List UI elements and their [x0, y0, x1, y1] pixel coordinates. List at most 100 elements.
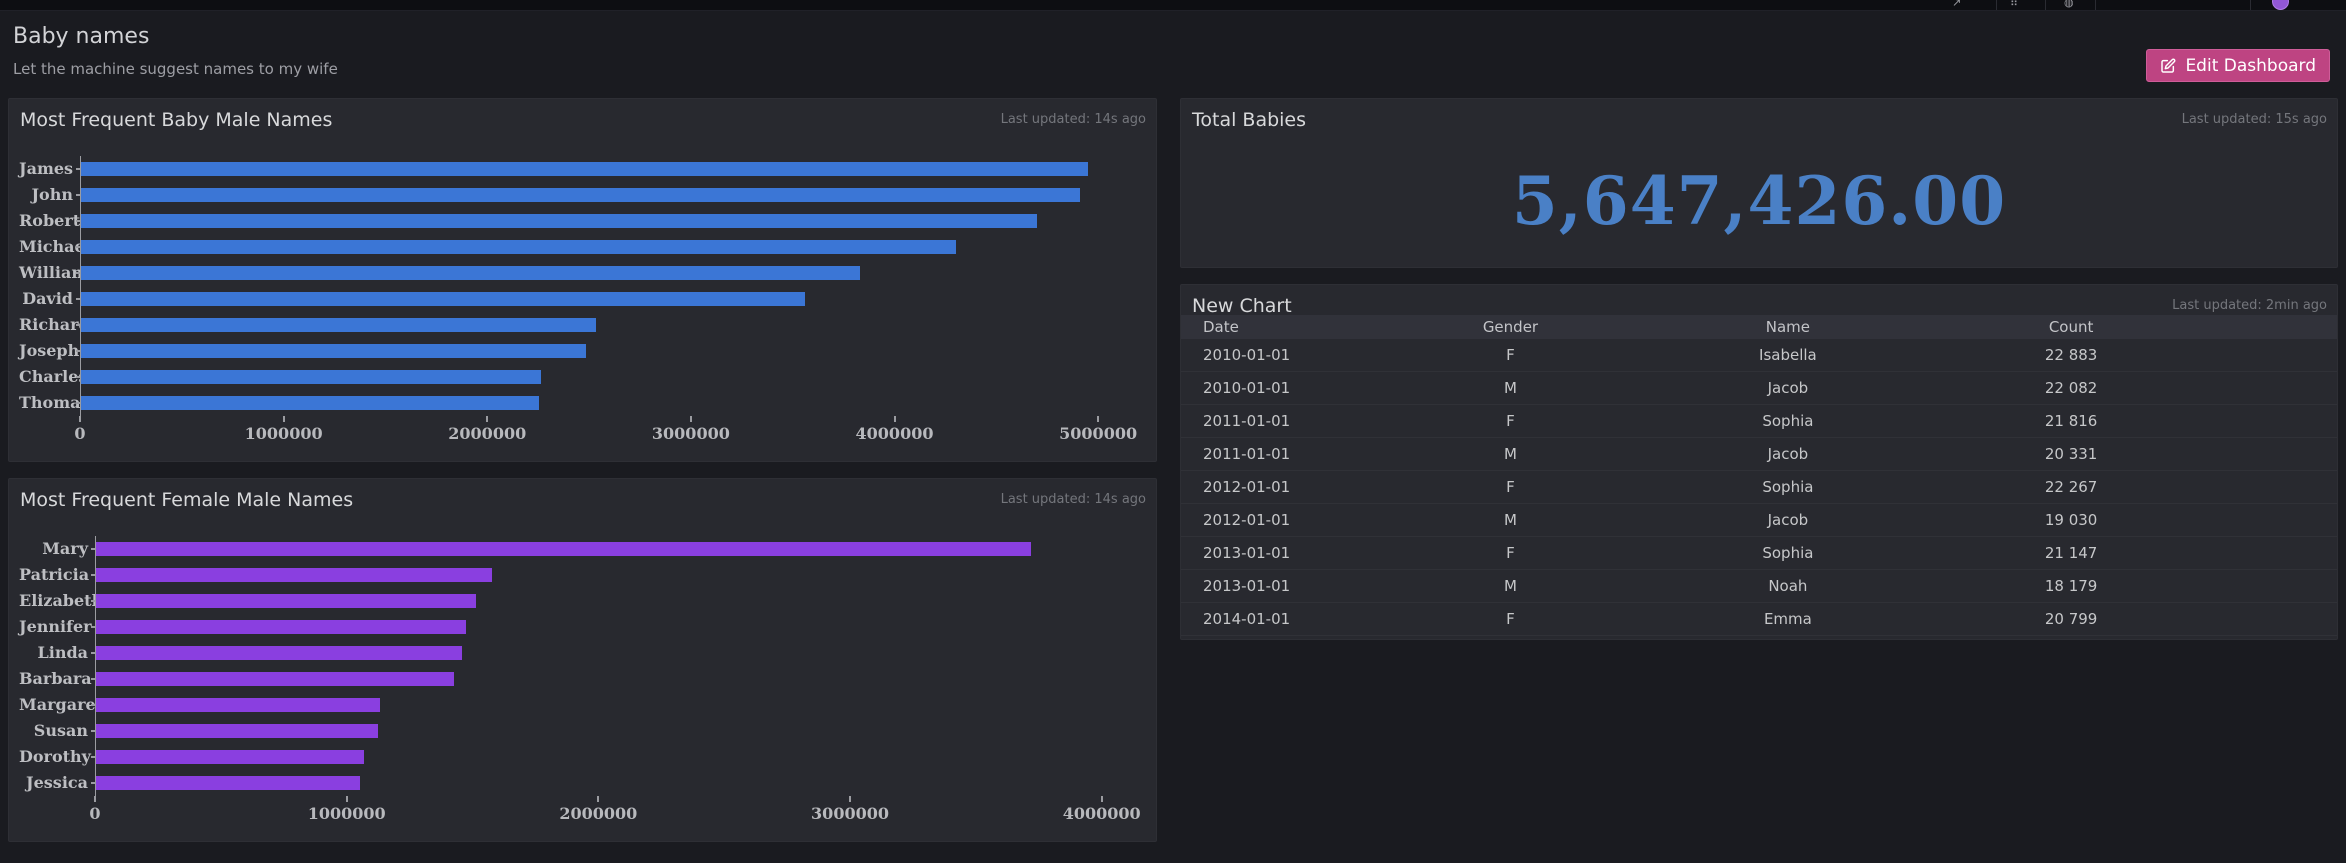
toolbar-divider	[2045, 0, 2046, 10]
apps-icon[interactable]: ⠿	[2010, 0, 2018, 8]
table-cell: 2012-01-01	[1181, 478, 1378, 496]
table-cell: 22 267	[1932, 478, 2209, 496]
bar-track	[95, 692, 1147, 718]
table-cell: 2013-01-01	[1181, 577, 1378, 595]
bar-row: Dorothy	[19, 744, 1147, 770]
last-updated-label: Last updated: 14s ago	[1001, 492, 1146, 507]
bar[interactable]	[96, 724, 378, 738]
bar[interactable]	[96, 646, 462, 660]
bar[interactable]	[96, 620, 466, 634]
bar-row: Margaret	[19, 692, 1147, 718]
table-cell: 18 179	[1932, 577, 2209, 595]
bar[interactable]	[81, 214, 1037, 228]
bar[interactable]	[96, 542, 1031, 556]
bar[interactable]	[96, 750, 364, 764]
y-axis-category-label: Barbara	[19, 666, 88, 692]
table-row: 2012-01-01MJacob19 030	[1181, 504, 2337, 537]
table-cell: 22 883	[1932, 346, 2209, 364]
y-axis-category-label: Dorothy	[19, 744, 88, 770]
y-axis-category-label: Richard	[19, 312, 73, 338]
bar-track	[80, 260, 1147, 286]
bar-row: William	[19, 260, 1147, 286]
bar-track	[95, 614, 1147, 640]
table-cell: Sophia	[1643, 544, 1932, 562]
user-avatar[interactable]	[2272, 0, 2289, 10]
bar[interactable]	[81, 240, 956, 254]
x-axis-tick	[1101, 796, 1103, 802]
bar[interactable]	[81, 370, 541, 384]
panel-title[interactable]: Most Frequent Female Male Names	[20, 489, 353, 511]
y-axis-category-label: Elizabeth	[19, 588, 88, 614]
table-cell: 2010-01-01	[1181, 379, 1378, 397]
bar[interactable]	[81, 188, 1080, 202]
bar[interactable]	[96, 672, 454, 686]
table-cell: Noah	[1643, 577, 1932, 595]
y-axis-category-label: James	[19, 156, 73, 182]
bar-row: David	[19, 286, 1147, 312]
table-cell: M	[1378, 445, 1644, 463]
female-names-bar-chart: MaryPatriciaElizabethJenniferLindaBarbar…	[19, 536, 1147, 832]
table-cell: 20 331	[1932, 445, 2209, 463]
bar[interactable]	[96, 594, 476, 608]
table-cell: M	[1378, 577, 1644, 595]
page-subtitle: Let the machine suggest names to my wife	[13, 60, 338, 78]
bar-track	[80, 156, 1147, 182]
bar[interactable]	[81, 318, 596, 332]
column-header-name[interactable]: Name	[1643, 318, 1932, 336]
column-header-gender[interactable]: Gender	[1378, 318, 1644, 336]
last-updated-label: Last updated: 14s ago	[1001, 112, 1146, 127]
bar-row: Mary	[19, 536, 1147, 562]
table-cell: 2011-01-01	[1181, 445, 1378, 463]
bar-track	[95, 718, 1147, 744]
bar[interactable]	[96, 568, 492, 582]
table-cell: 20 799	[1932, 610, 2209, 628]
bar[interactable]	[81, 292, 805, 306]
bar-track	[80, 182, 1147, 208]
bar-row: Robert	[19, 208, 1147, 234]
table-cell: F	[1378, 346, 1644, 364]
y-axis-category-label: John	[19, 182, 73, 208]
x-axis-tick-label: 4000000	[856, 424, 934, 443]
bar-row: James	[19, 156, 1147, 182]
panel-title[interactable]: Total Babies	[1192, 109, 1306, 131]
male-names-bar-chart: JamesJohnRobertMichaelWilliamDavidRichar…	[19, 156, 1147, 452]
panel-title[interactable]: Most Frequent Baby Male Names	[20, 109, 332, 131]
table-row: 2013-01-01MNoah18 179	[1181, 570, 2337, 603]
bar-row: Susan	[19, 718, 1147, 744]
y-axis-category-label: Patricia	[19, 562, 88, 588]
x-axis: 010000002000000300000040000005000000	[80, 416, 1147, 452]
bar[interactable]	[81, 162, 1088, 176]
x-axis-tick-label: 2000000	[448, 424, 526, 443]
help-icon[interactable]: ◍	[2064, 0, 2074, 8]
x-axis-tick	[346, 796, 348, 802]
table-cell: Jacob	[1643, 511, 1932, 529]
x-axis-tick	[597, 796, 599, 802]
table-row: 2010-01-01MJacob22 082	[1181, 372, 2337, 405]
bar-row: John	[19, 182, 1147, 208]
column-header-count[interactable]: Count	[1932, 318, 2209, 336]
x-axis-tick-label: 0	[74, 424, 85, 443]
table-row: 2014-01-01MNoah19 144	[1181, 636, 2337, 640]
panel-most-frequent-male-names: Most Frequent Baby Male Names Last updat…	[8, 98, 1157, 462]
edit-dashboard-button[interactable]: Edit Dashboard	[2146, 49, 2330, 82]
bar-track	[80, 286, 1147, 312]
bar[interactable]	[96, 698, 380, 712]
x-axis-tick-label: 0	[89, 804, 100, 823]
bar[interactable]	[81, 266, 860, 280]
table-cell: 21 147	[1932, 544, 2209, 562]
bar-row: Richard	[19, 312, 1147, 338]
bar[interactable]	[96, 776, 360, 790]
panel-title[interactable]: New Chart	[1192, 295, 1292, 317]
bar[interactable]	[81, 344, 586, 358]
bar-track	[95, 770, 1147, 796]
table-cell: 2011-01-01	[1181, 412, 1378, 430]
table-body: 2010-01-01FIsabella22 8832010-01-01MJaco…	[1181, 339, 2337, 640]
column-header-date[interactable]: Date	[1181, 318, 1378, 336]
bar[interactable]	[81, 396, 539, 410]
y-axis-category-label: Robert	[19, 208, 73, 234]
share-icon[interactable]: ↗	[1952, 0, 1961, 8]
bar-row: Barbara	[19, 666, 1147, 692]
table-cell: 2012-01-01	[1181, 511, 1378, 529]
bar-row: Jennifer	[19, 614, 1147, 640]
bar-track	[95, 640, 1147, 666]
